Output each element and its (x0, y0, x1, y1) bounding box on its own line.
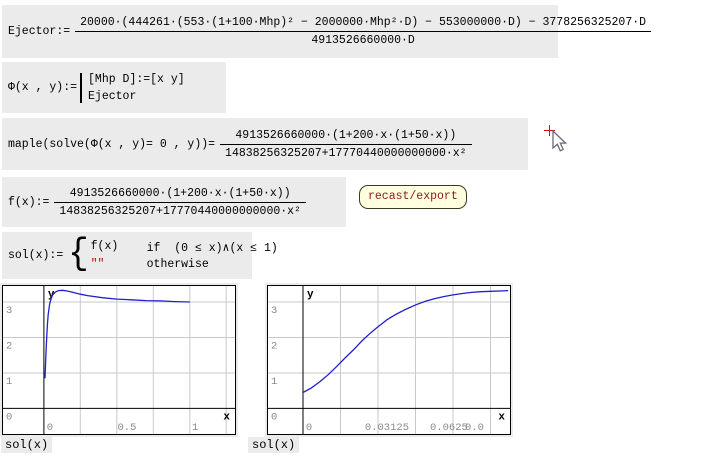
svg-text:0.0625: 0.0625 (430, 422, 468, 434)
phi-definition-region[interactable]: Φ(x , y):= [Mhp D]:=[x y] Ejector (2, 62, 226, 113)
svg-text:0.03125: 0.03125 (365, 422, 409, 434)
ejector-lhs: Ejector:= (8, 25, 70, 38)
svg-text:1: 1 (271, 376, 277, 388)
case2-value: "" (91, 258, 147, 271)
svg-text:1: 1 (6, 376, 12, 388)
xy-plot-right-region[interactable]: 3 2 1 0 0 0.03125 0.06250.0 y x (265, 283, 513, 437)
maple-result-fraction: 4913526660000·(1+200·x·(1+50·x)) 1483825… (220, 129, 472, 160)
mouse-pointer-icon (552, 130, 572, 154)
phi-program-line1: [Mhp D]:=[x y] (88, 73, 185, 86)
sol-lhs: sol(x):= (8, 249, 63, 262)
worksheet: Ejector:= 20000·(444261·(553·(1+100·Mhp)… (0, 0, 711, 456)
svg-text:x: x (498, 411, 505, 423)
f-lhs: f(x):= (8, 196, 49, 209)
svg-text:0.5: 0.5 (118, 422, 137, 434)
maple-numerator: 4913526660000·(1+200·x·(1+50·x)) (220, 129, 472, 145)
assign-operator: := (56, 25, 70, 38)
f-name: f(x) (8, 196, 36, 209)
svg-text:2: 2 (6, 341, 12, 353)
f-denominator: 14838256325207+17770440000000000·x² (54, 203, 306, 218)
phi-lhs: Φ(x , y):= (8, 81, 77, 94)
xy-plot-right[interactable]: 3 2 1 0 0 0.03125 0.06250.0 y x (267, 285, 511, 435)
assign-operator: := (49, 249, 63, 262)
svg-text:0: 0 (271, 411, 277, 423)
ejector-name: Ejector (8, 25, 56, 38)
case1-value: f(x) (91, 240, 147, 255)
maple-solve-region[interactable]: maple(solve(Φ(x , y)= 0 , y))= 491352666… (2, 118, 528, 170)
ejector-numerator: 20000·(444261·(553·(1+100·Mhp)² − 200000… (75, 16, 651, 32)
recast-export-button[interactable]: recast/export (359, 185, 467, 209)
svg-text:0: 0 (47, 422, 53, 434)
svg-text:3: 3 (6, 305, 12, 317)
ejector-fraction: 20000·(444261·(553·(1+100·Mhp)² − 200000… (75, 16, 651, 47)
piecewise-cases: f(x)if (0 ≤ x)∧(x ≤ 1) ""otherwise (91, 240, 278, 271)
xy-plot-left[interactable]: 321000.51yx (2, 285, 236, 435)
sol-definition-region[interactable]: sol(x):= { f(x)if (0 ≤ x)∧(x ≤ 1) ""othe… (2, 232, 252, 279)
ejector-denominator: 4913526660000·D (75, 32, 651, 47)
maple-lhs: maple(solve(Φ(x , y)= 0 , y))= (8, 138, 215, 151)
equals-operator: = (208, 138, 215, 151)
sol-name: sol(x) (8, 249, 49, 262)
case2-condition: otherwise (147, 258, 209, 271)
f-numerator: 4913526660000·(1+200·x·(1+50·x)) (54, 187, 306, 203)
svg-text:3: 3 (271, 305, 277, 317)
piecewise-brace: { (68, 239, 88, 272)
plot-right-caption[interactable]: sol(x) (248, 437, 299, 453)
f-fraction: 4913526660000·(1+200·x·(1+50·x)) 1483825… (54, 187, 306, 218)
phi-name: Φ(x , y) (8, 81, 63, 94)
assign-operator: := (36, 196, 50, 209)
ejector-definition-region[interactable]: Ejector:= 20000·(444261·(553·(1+100·Mhp)… (2, 5, 558, 58)
assign-operator: := (63, 81, 77, 94)
phi-program-block: [Mhp D]:=[x y] Ejector (80, 73, 185, 103)
phi-program-line2: Ejector (88, 90, 185, 103)
case1-condition: if (0 ≤ x)∧(x ≤ 1) (147, 240, 278, 255)
svg-text:1: 1 (192, 422, 198, 434)
svg-text:y: y (307, 289, 314, 301)
svg-text:2: 2 (271, 341, 277, 353)
svg-text:0: 0 (306, 422, 312, 434)
piecewise-case-2: ""otherwise (91, 258, 278, 271)
maple-expression: maple(solve(Φ(x , y)= 0 , y)) (8, 138, 208, 151)
piecewise-case-1: f(x)if (0 ≤ x)∧(x ≤ 1) (91, 240, 278, 255)
svg-text:0.0: 0.0 (465, 422, 484, 434)
maple-denominator: 14838256325207+17770440000000000·x² (220, 145, 472, 160)
f-definition-region[interactable]: f(x):= 4913526660000·(1+200·x·(1+50·x)) … (2, 177, 346, 227)
svg-text:x: x (223, 411, 230, 423)
svg-text:0: 0 (6, 411, 12, 423)
xy-plot-left-region[interactable]: 321000.51yx (0, 283, 238, 437)
plot-left-caption[interactable]: sol(x) (1, 437, 52, 453)
